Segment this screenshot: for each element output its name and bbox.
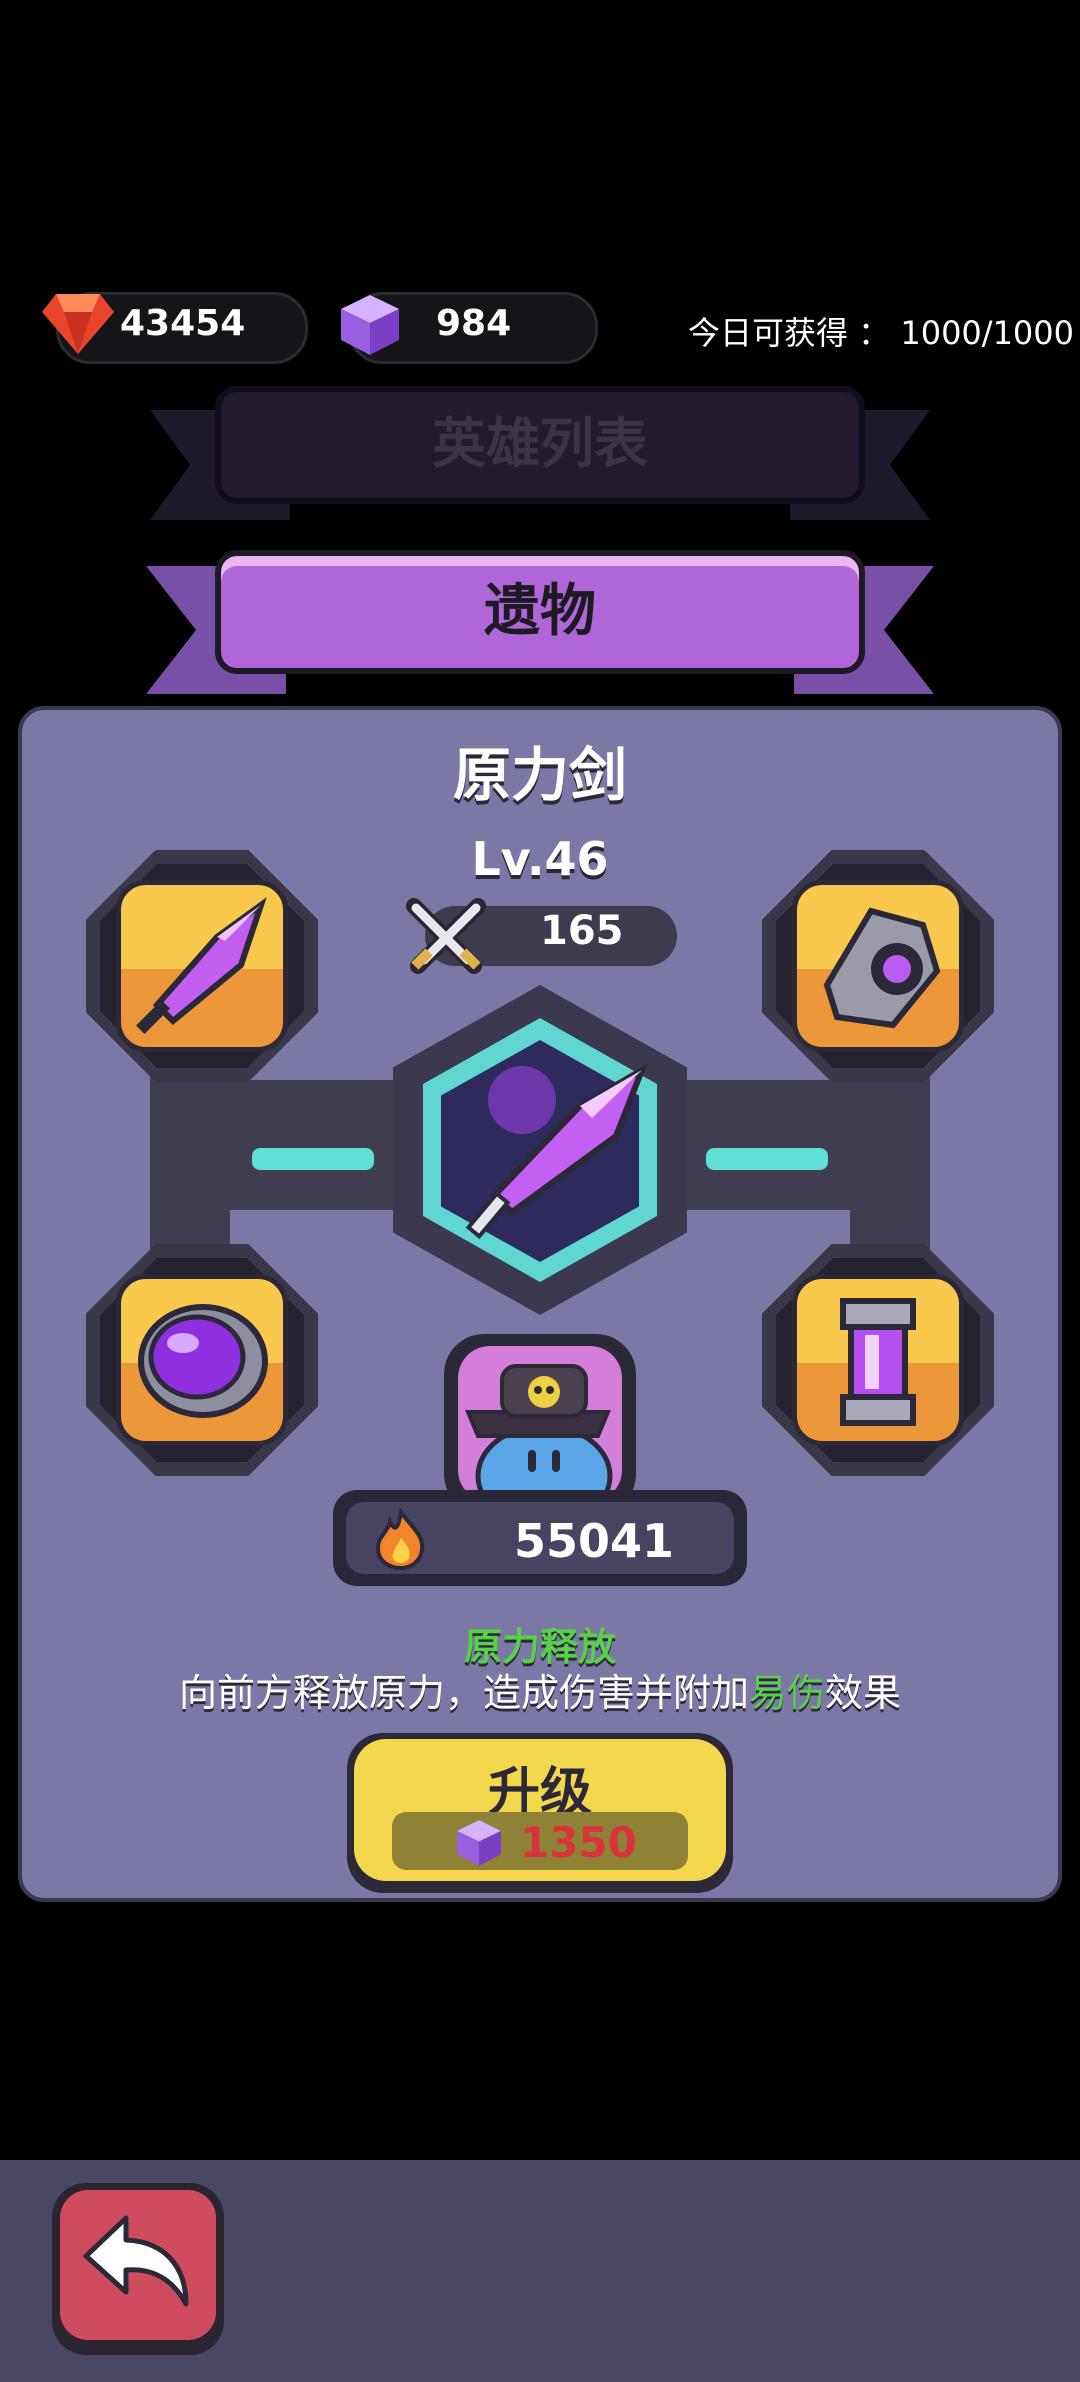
skull-hat-hero-icon [465, 1364, 613, 1502]
daily-limit: 今日可获得 ： 1000/1000 [688, 308, 1074, 354]
force-sword-icon[interactable] [452, 1040, 652, 1260]
energy-capsule-icon [840, 1298, 916, 1426]
crossed-swords-icon [406, 898, 486, 974]
purple-cube-icon [341, 295, 399, 355]
gem-count: 43454 [120, 303, 246, 344]
tab-hero-list-label: 英雄列表 [432, 412, 648, 475]
back-arrow-icon [83, 2215, 189, 2307]
relic-name: 原力剑 [452, 741, 627, 809]
daily-limit-value: 1000/1000 [900, 314, 1074, 352]
skill-desc-highlight: 易伤 [748, 1671, 825, 1715]
cube-count: 984 [436, 303, 512, 344]
skill-description: 向前方释放原力，造成伤害并附加易伤效果 [0, 1662, 1080, 1717]
connector-glow-right [706, 1148, 828, 1170]
skill-desc-suffix: 效果 [825, 1671, 902, 1715]
purple-cube-icon [457, 1820, 501, 1866]
flame-icon [375, 1508, 425, 1570]
tab-relics[interactable]: 遗物 [215, 550, 865, 674]
relic-slot-orb[interactable] [86, 1244, 318, 1476]
combat-power-value: 55041 [514, 1514, 675, 1568]
purple-orb-icon [138, 1304, 268, 1418]
relic-slot-capsule[interactable] [762, 1244, 994, 1476]
upgrade-cost: 1350 [520, 1818, 637, 1867]
hero-portrait [458, 1346, 622, 1502]
daily-limit-label: 今日可获得 ： [687, 314, 891, 352]
skill-desc-prefix: 向前方释放原力，造成伤害并附加 [178, 1671, 749, 1715]
connector-glow-left [252, 1148, 374, 1170]
tab-relics-label: 遗物 [484, 579, 596, 644]
mech-ring-icon [823, 907, 941, 1029]
tab-hero-list[interactable]: 英雄列表 [215, 386, 865, 504]
sword-crystal-icon [136, 897, 267, 1034]
ruby-gem-icon [42, 294, 114, 354]
attack-value: 165 [540, 908, 624, 954]
